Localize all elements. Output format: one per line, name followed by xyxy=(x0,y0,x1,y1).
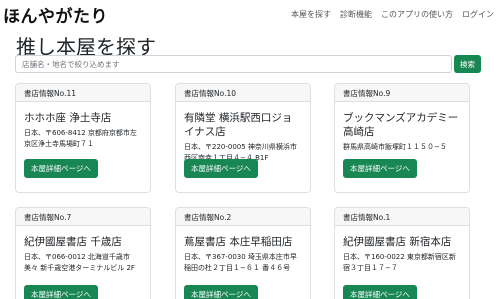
store-name: 有隣堂 横浜駅西口ジョイナス店 xyxy=(184,112,293,138)
store-detail-button[interactable]: 本屋詳細ページへ xyxy=(343,159,417,178)
card-header: 書店情報No.2 xyxy=(176,208,310,226)
store-card: 書店情報No.11 ホホホ座 浄土寺店 日本、〒606-8412 京都府京都市左… xyxy=(15,83,151,193)
nav-link-diagnosis[interactable]: 診断機能 xyxy=(340,9,372,20)
store-detail-button[interactable]: 本屋詳細ページへ xyxy=(343,285,417,299)
store-detail-button[interactable]: 本屋詳細ページへ xyxy=(184,159,258,178)
card-header: 書店情報No.1 xyxy=(335,208,469,226)
store-card: 書店情報No.7 紀伊國屋書店 千歳店 日本、〒066-0012 北海道千歳市美… xyxy=(15,207,151,299)
card-header: 書店情報No.9 xyxy=(335,84,469,102)
nav-links: 本屋を探す 診断機能 このアプリの使い方 ログイン xyxy=(291,9,494,20)
navbar: ほんやがたり 本屋を探す 診断機能 このアプリの使い方 ログイン xyxy=(0,0,500,30)
store-address: 日本、〒606-8412 京都府京都市左京区浄土寺馬場町７１ xyxy=(24,129,137,148)
nav-link-find-store[interactable]: 本屋を探す xyxy=(291,9,331,20)
store-name: 紀伊國屋書店 千歳店 xyxy=(24,236,122,248)
store-name: 蔦屋書店 本庄早稲田店 xyxy=(184,236,293,248)
store-detail-button[interactable]: 本屋詳細ページへ xyxy=(184,285,258,299)
store-card: 書店情報No.10 有隣堂 横浜駅西口ジョイナス店 日本、〒220-0005 神… xyxy=(175,83,311,193)
store-detail-button[interactable]: 本屋詳細ページへ xyxy=(24,159,98,178)
search-input[interactable] xyxy=(15,55,452,73)
search-button[interactable]: 検索 xyxy=(454,55,481,73)
store-address: 日本、〒367-0030 埼玉県本庄市早稲田の杜２丁目１−６１ 番４６号 xyxy=(184,253,297,272)
card-body: ホホホ座 浄土寺店 日本、〒606-8412 京都府京都市左京区浄土寺馬場町７１ xyxy=(16,102,150,150)
store-name: ブックマンズアカデミー高崎店 xyxy=(343,112,459,138)
card-body: 蔦屋書店 本庄早稲田店 日本、〒367-0030 埼玉県本庄市早稲田の杜２丁目１… xyxy=(176,226,310,274)
card-header: 書店情報No.10 xyxy=(176,84,310,102)
store-card: 書店情報No.1 紀伊國屋書店 新宿本店 日本、〒160-0022 東京都新宿区… xyxy=(334,207,470,299)
store-name: 紀伊國屋書店 新宿本店 xyxy=(343,236,452,248)
store-address: 群馬県高崎市飯塚町１１５０−５ xyxy=(343,143,447,151)
store-card: 書店情報No.9 ブックマンズアカデミー高崎店 群馬県高崎市飯塚町１１５０−５ … xyxy=(334,83,470,193)
card-body: 有隣堂 横浜駅西口ジョイナス店 日本、〒220-0005 神奈川県横浜市西区南幸… xyxy=(176,102,310,164)
brand-logo[interactable]: ほんやがたり xyxy=(3,2,108,27)
card-header: 書店情報No.7 xyxy=(16,208,150,226)
store-address: 日本、〒066-0012 北海道千歳市美々 新千歳空港ターミナルビル 2F xyxy=(24,253,135,272)
nav-link-how-to-use[interactable]: このアプリの使い方 xyxy=(381,9,453,20)
nav-link-login[interactable]: ログイン xyxy=(462,9,494,20)
store-card: 書店情報No.2 蔦屋書店 本庄早稲田店 日本、〒367-0030 埼玉県本庄市… xyxy=(175,207,311,299)
store-detail-button[interactable]: 本屋詳細ページへ xyxy=(24,285,98,299)
card-body: 紀伊國屋書店 千歳店 日本、〒066-0012 北海道千歳市美々 新千歳空港ター… xyxy=(16,226,150,274)
card-header: 書店情報No.11 xyxy=(16,84,150,102)
card-body: 紀伊國屋書店 新宿本店 日本、〒160-0022 東京都新宿区新宿３丁目１７−７ xyxy=(335,226,469,274)
store-name: ホホホ座 浄土寺店 xyxy=(24,112,112,124)
card-body: ブックマンズアカデミー高崎店 群馬県高崎市飯塚町１１５０−５ xyxy=(335,102,469,153)
store-address: 日本、〒160-0022 東京都新宿区新宿３丁目１７−７ xyxy=(343,253,456,272)
